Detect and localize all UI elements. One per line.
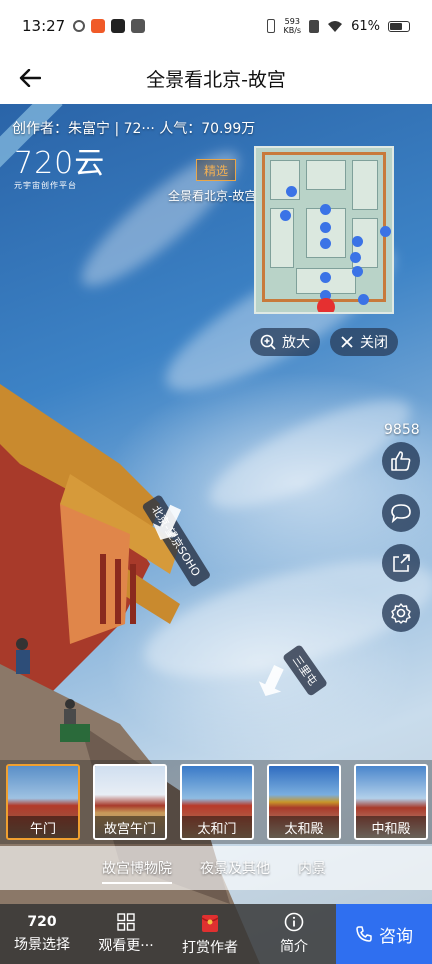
scene-thumb-label: 太和门	[182, 816, 252, 838]
scene-thumb-taihemen[interactable]: 太和门	[180, 764, 254, 840]
scene-thumb-wumen[interactable]: 午门	[6, 764, 80, 840]
app-icon	[131, 19, 146, 33]
bottom-nav: 720 场景选择 观看更··· 打赏作者 简介 咨询	[0, 904, 432, 964]
close-icon	[341, 336, 353, 348]
map-marker[interactable]	[350, 252, 361, 263]
map-marker[interactable]	[380, 226, 391, 237]
map-marker[interactable]	[320, 238, 331, 249]
map-marker[interactable]	[320, 272, 331, 283]
consult-button[interactable]: 咨询	[336, 904, 432, 964]
gear-icon	[391, 603, 411, 624]
map-marker[interactable]	[286, 186, 297, 197]
scene-caption: 全景看北京-故宫	[168, 189, 257, 203]
tab-palace-museum[interactable]: 故宫博物院	[102, 858, 172, 884]
status-bar: 13:27 593 KB/s 61%	[0, 0, 432, 52]
title-bar: 全景看北京-故宫	[0, 52, 432, 104]
scene-thumb-label: 中和殿	[356, 816, 426, 838]
map-marker[interactable]	[320, 222, 331, 233]
app-notification-icon	[91, 19, 106, 33]
map-close-button[interactable]: 关闭	[330, 328, 398, 356]
red-envelope-icon	[201, 915, 219, 932]
map-marker[interactable]	[320, 204, 331, 215]
scene-thumb-label: 午门	[8, 816, 78, 838]
like-button[interactable]	[382, 442, 420, 480]
logo-720yun: 720云 元宇宙创作平台	[14, 138, 105, 191]
view-more-button[interactable]: 观看更···	[84, 904, 168, 964]
zoom-in-icon	[260, 334, 276, 350]
tiktok-icon	[111, 19, 126, 33]
scene-thumb-label: 故宫午门	[95, 816, 165, 838]
back-button[interactable]	[14, 62, 46, 94]
author-info[interactable]: 创作者：朱富宁 | 72··· 人气：70.99万	[12, 118, 255, 138]
phone-icon	[356, 926, 372, 942]
tip-author-button[interactable]: 打赏作者	[168, 904, 252, 964]
tab-night-and-other[interactable]: 夜景及其他	[200, 858, 270, 878]
likes-count: 9858	[384, 422, 420, 438]
scene-thumb-taihedian[interactable]: 太和殿	[267, 764, 341, 840]
scene-select-button[interactable]: 720 场景选择	[0, 904, 84, 964]
vibrate-icon	[267, 19, 276, 33]
info-icon	[284, 912, 304, 932]
settings-button[interactable]	[382, 594, 420, 632]
comment-icon	[391, 504, 411, 523]
share-button[interactable]	[382, 544, 420, 582]
map-marker[interactable]	[352, 266, 363, 277]
view-more-label: 观看更···	[98, 938, 154, 954]
page-title: 全景看北京-故宫	[146, 68, 286, 91]
consult-label: 咨询	[379, 926, 413, 947]
scene-thumb-zhonghedian[interactable]: 中和殿	[354, 764, 428, 840]
scene-thumbnail-strip[interactable]: 午门 故宫午门 太和门 太和殿 中和殿	[0, 760, 432, 844]
arrow-left-icon	[19, 69, 41, 87]
battery-icon	[388, 20, 410, 32]
tab-interior[interactable]: 内景	[298, 858, 326, 878]
tip-author-label: 打赏作者	[182, 940, 238, 956]
mini-map[interactable]	[254, 146, 394, 314]
scene-thumb-gugong-wumen[interactable]: 故宫午门	[93, 764, 167, 840]
scene-select-label: 场景选择	[14, 937, 70, 953]
thumbs-up-icon	[391, 451, 411, 471]
intro-button[interactable]: 简介	[252, 904, 336, 964]
map-close-label: 关闭	[360, 335, 388, 351]
map-marker[interactable]	[280, 210, 291, 221]
wifi-icon	[328, 20, 343, 32]
featured-badge: 精选	[196, 159, 236, 181]
scene-select-icon: 720	[27, 914, 57, 930]
category-tabs: 故宫博物院 夜景及其他 内景	[0, 846, 432, 890]
net-speed-value: 593	[284, 17, 300, 26]
comment-button[interactable]	[382, 494, 420, 532]
logo-text: 720云	[14, 146, 106, 181]
net-speed-unit: KB/s	[283, 26, 302, 35]
map-zoom-button[interactable]: 放大	[250, 328, 320, 356]
map-marker[interactable]	[358, 294, 369, 305]
status-time: 13:27	[22, 17, 66, 35]
intro-label: 简介	[280, 939, 308, 955]
battery-percent: 61%	[351, 18, 380, 34]
panorama-viewer[interactable]: 创作者：朱富宁 | 72··· 人气：70.99万 720云 元宇宙创作平台 精…	[0, 104, 432, 964]
map-zoom-label: 放大	[282, 335, 310, 351]
map-marker[interactable]	[352, 236, 363, 247]
share-icon	[393, 554, 410, 572]
sim-icon	[309, 19, 320, 33]
current-location-marker[interactable]	[317, 298, 335, 312]
sync-icon	[73, 20, 86, 32]
grid-icon	[117, 913, 135, 931]
scene-thumb-label: 太和殿	[269, 816, 339, 838]
net-speed: 593 KB/s	[283, 17, 301, 35]
